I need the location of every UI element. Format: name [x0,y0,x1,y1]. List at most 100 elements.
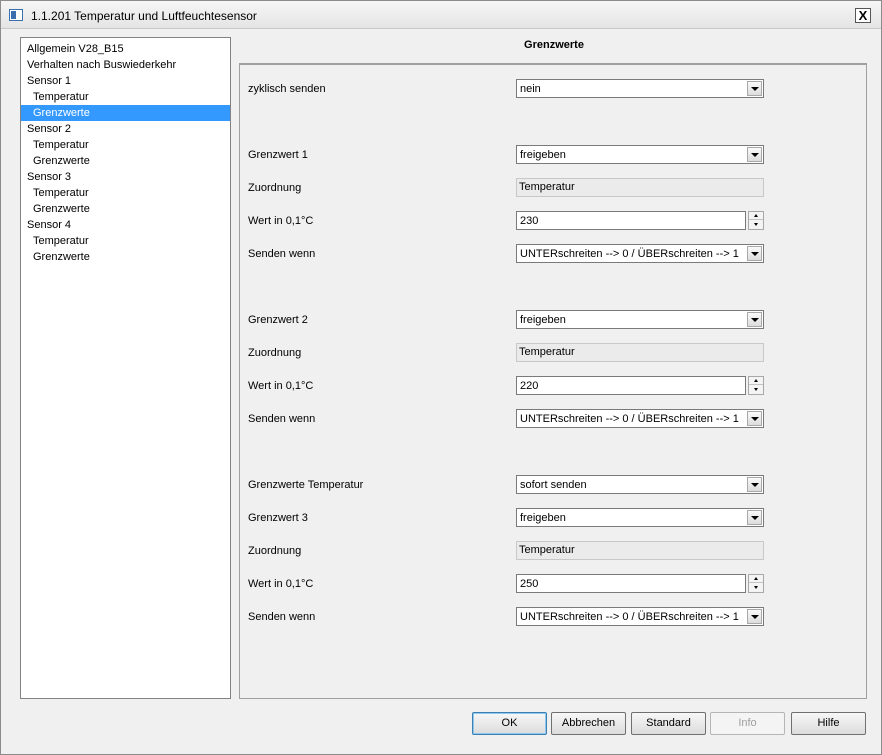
grenzwert-3-select[interactable]: freigeben [516,508,764,527]
grenzwert-1-select[interactable]: freigeben [516,145,764,164]
param-label: Zuordnung [248,347,302,359]
grenzwert-2-select[interactable]: freigeben [516,310,764,329]
wert-2-input[interactable]: 220 [516,376,746,395]
dropdown-arrow-icon[interactable] [747,609,762,624]
field-value: Temperatur [519,181,575,193]
standard-button[interactable]: Standard [631,712,706,735]
abbrechen-button[interactable]: Abbrechen [551,712,626,735]
param-label: Wert in 0,1°C [248,215,314,227]
param-label: Wert in 0,1°C [248,578,314,590]
param-row-grenzwerte-temperatur: Grenzwerte Temperatur sofort senden [248,475,858,495]
section-title: Grenzwerte [524,39,584,51]
param-row-senden-wenn-3: Senden wenn UNTERschreiten --> 0 / ÜBERs… [248,607,858,627]
param-row-grenzwert-3: Grenzwert 3 freigeben [248,508,858,528]
senden-wenn-1-select[interactable]: UNTERschreiten --> 0 / ÜBERschreiten -->… [516,244,764,263]
param-row-zuordnung-2: Zuordnung Temperatur [248,343,858,363]
window-title: 1.1.201 Temperatur und Luftfeuchtesensor [31,9,257,23]
tree-item-allgemein-v28-b15[interactable]: Allgemein V28_B15 [21,41,230,57]
param-label: Zuordnung [248,182,302,194]
tree-item-grenzwerte[interactable]: Grenzwerte [21,153,230,169]
zyklisch-senden-select[interactable]: nein [516,79,764,98]
param-row-grenzwert-2: Grenzwert 2 freigeben [248,310,858,330]
param-label: Wert in 0,1°C [248,380,314,392]
app-window-icon [9,9,23,21]
dropdown-arrow-icon[interactable] [747,510,762,525]
input-value: 230 [520,215,539,227]
senden-wenn-2-select[interactable]: UNTERschreiten --> 0 / ÜBERschreiten -->… [516,409,764,428]
param-label: Zuordnung [248,545,302,557]
select-value: UNTERschreiten --> 0 / ÜBERschreiten -->… [520,611,739,623]
select-value: freigeben [520,149,566,161]
parameter-tree[interactable]: Allgemein V28_B15 Verhalten nach Buswiede… [20,37,231,699]
select-value: freigeben [520,314,566,326]
wert-2-spinner: 220 [516,376,764,395]
hilfe-button[interactable]: Hilfe [791,712,866,735]
spin-down-icon[interactable] [749,221,763,229]
select-value: UNTERschreiten --> 0 / ÜBERschreiten -->… [520,413,739,425]
senden-wenn-3-select[interactable]: UNTERschreiten --> 0 / ÜBERschreiten -->… [516,607,764,626]
param-row-senden-wenn-1: Senden wenn UNTERschreiten --> 0 / ÜBERs… [248,244,858,264]
tree-item-sensor-1[interactable]: Sensor 1 [21,73,230,89]
dropdown-arrow-icon[interactable] [747,477,762,492]
param-row-zuordnung-1: Zuordnung Temperatur [248,178,858,198]
dropdown-arrow-icon[interactable] [747,312,762,327]
spinner-buttons [748,574,764,593]
param-label: Grenzwerte Temperatur [248,479,364,491]
dropdown-arrow-icon[interactable] [747,246,762,261]
tree-item-sensor-3[interactable]: Sensor 3 [21,169,230,185]
param-row-senden-wenn-2: Senden wenn UNTERschreiten --> 0 / ÜBERs… [248,409,858,429]
param-row-zuordnung-3: Zuordnung Temperatur [248,541,858,561]
spin-down-icon[interactable] [749,584,763,592]
param-label: Grenzwert 2 [248,314,308,326]
param-label: Senden wenn [248,248,316,260]
input-value: 250 [520,578,539,590]
tree-item-verhalten-nach-buswiederkehr[interactable]: Verhalten nach Buswiederkehr [21,57,230,73]
select-value: freigeben [520,512,566,524]
spin-up-icon[interactable] [749,575,763,583]
param-row-wert-2: Wert in 0,1°C 220 [248,376,858,396]
spin-up-icon[interactable] [749,377,763,385]
dropdown-arrow-icon[interactable] [747,81,762,96]
info-button: Info [710,712,785,735]
tree-item-temperatur[interactable]: Temperatur [21,137,230,153]
parameter-panel: zyklisch senden nein Grenzwert 1 freigeb… [239,63,867,699]
spin-up-icon[interactable] [749,212,763,220]
field-value: Temperatur [519,544,575,556]
spin-down-icon[interactable] [749,386,763,394]
dropdown-arrow-icon[interactable] [747,411,762,426]
close-button[interactable]: X [855,8,871,23]
dialog-window: 1.1.201 Temperatur und Luftfeuchtesensor… [0,0,882,755]
tree-item-sensor-2[interactable]: Sensor 2 [21,121,230,137]
param-row-wert-1: Wert in 0,1°C 230 [248,211,858,231]
tree-item-temperatur[interactable]: Temperatur [21,89,230,105]
tree-item-grenzwerte[interactable]: Grenzwerte [21,249,230,265]
param-label: Senden wenn [248,413,316,425]
grenzwerte-temperatur-select[interactable]: sofort senden [516,475,764,494]
spinner-buttons [748,376,764,395]
param-label: Senden wenn [248,611,316,623]
wert-1-spinner: 230 [516,211,764,230]
input-value: 220 [520,380,539,392]
select-value: UNTERschreiten --> 0 / ÜBERschreiten -->… [520,248,739,260]
dropdown-arrow-icon[interactable] [747,147,762,162]
field-value: Temperatur [519,346,575,358]
zuordnung-2-field: Temperatur [516,343,764,362]
tree-item-temperatur[interactable]: Temperatur [21,233,230,249]
ok-button[interactable]: OK [472,712,547,735]
title-bar: 1.1.201 Temperatur und Luftfeuchtesensor… [1,1,881,29]
param-row-wert-3: Wert in 0,1°C 250 [248,574,858,594]
spinner-buttons [748,211,764,230]
param-label: Grenzwert 3 [248,512,308,524]
tree-item-grenzwerte[interactable]: Grenzwerte [21,105,230,121]
param-label: Grenzwert 1 [248,149,308,161]
wert-3-spinner: 250 [516,574,764,593]
param-row-zyklisch-senden: zyklisch senden nein [248,79,858,99]
tree-item-sensor-4[interactable]: Sensor 4 [21,217,230,233]
tree-item-grenzwerte[interactable]: Grenzwerte [21,201,230,217]
param-row-grenzwert-1: Grenzwert 1 freigeben [248,145,858,165]
wert-3-input[interactable]: 250 [516,574,746,593]
select-value: sofort senden [520,479,587,491]
tree-item-temperatur[interactable]: Temperatur [21,185,230,201]
wert-1-input[interactable]: 230 [516,211,746,230]
param-label: zyklisch senden [248,83,326,95]
